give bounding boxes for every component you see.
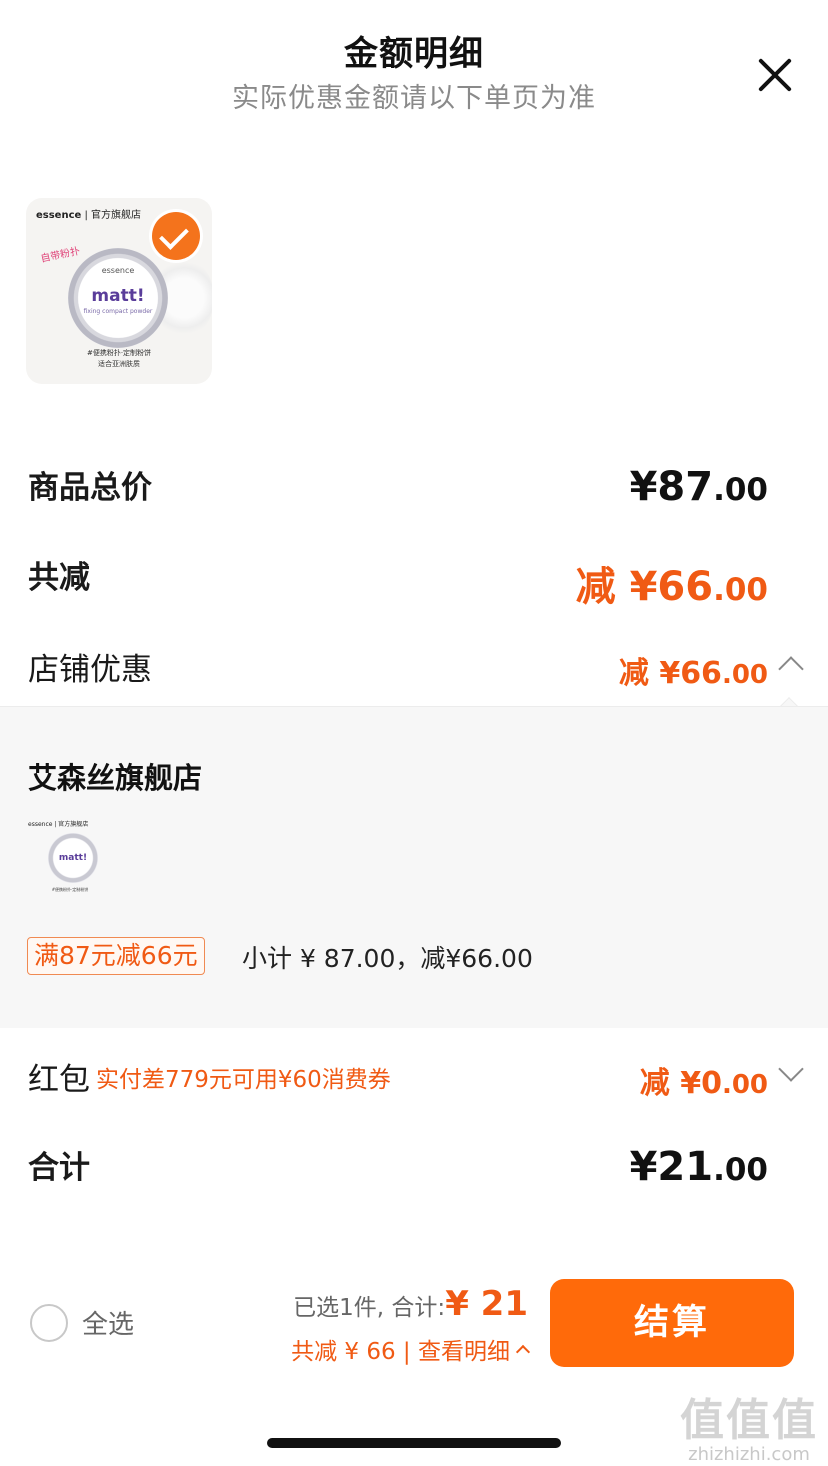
- compact-sub: fixing compact powder: [83, 308, 153, 315]
- shop-name: 艾森丝旗舰店: [28, 761, 203, 795]
- checkout-button[interactable]: 结算: [550, 1279, 794, 1367]
- watermark-logo: 值值值: [680, 1395, 818, 1446]
- total-price-value: ¥87.00: [629, 464, 768, 510]
- red-packet-note: 实付差779元可用¥60消费券: [96, 1067, 391, 1093]
- chevron-up-icon[interactable]: [778, 656, 804, 682]
- summary-amount: ¥ 21: [445, 1284, 528, 1324]
- compact-brand: essence: [101, 266, 135, 275]
- view-detail-link[interactable]: 共减 ¥ 66 | 查看明细: [291, 1332, 531, 1366]
- header: 金额明细 实际优惠金额请以下单页为准: [0, 0, 828, 120]
- total-discount-label: 共减: [28, 560, 90, 596]
- red-packet-value: 减 ¥0.00: [639, 1066, 768, 1101]
- select-all-radio[interactable]: [30, 1304, 68, 1342]
- mini-brand-label: essence | 官方旗舰店: [28, 821, 89, 828]
- sum-value: ¥21.00: [629, 1144, 768, 1190]
- mini-compact-name: matt!: [58, 853, 88, 863]
- red-packet-label: 红包: [28, 1062, 90, 1098]
- page-subtitle: 实际优惠金额请以下单页为准: [232, 83, 596, 114]
- shop-product-thumbnail[interactable]: essence | 官方旗舰店 matt! #便携粉扑·定制粉饼: [26, 815, 114, 903]
- chevron-up-small-icon: [515, 1344, 531, 1360]
- mini-caption: #便携粉扑·定制粉饼: [51, 887, 89, 892]
- promo-tag: 满87元减66元: [27, 937, 205, 975]
- thumb-caption: #便携粉扑·定制粉饼 适合亚洲肤质: [86, 349, 152, 368]
- home-indicator[interactable]: [267, 1438, 561, 1448]
- shop-discount-panel: 艾森丝旗舰店 essence | 官方旗舰店 matt! #便携粉扑·定制粉饼 …: [0, 706, 828, 1028]
- store-discount-value: 减 ¥66.00: [618, 656, 768, 691]
- compact-image: essence matt! fixing compact powder: [68, 248, 168, 348]
- close-icon[interactable]: [756, 56, 794, 94]
- shop-subtotal: 小计 ¥ 87.00，减¥66.00: [242, 944, 533, 973]
- chevron-down-icon[interactable]: [778, 1056, 804, 1082]
- watermark: 值值值 zhizhizhi.com: [680, 1384, 818, 1465]
- compact-name: matt!: [91, 286, 145, 306]
- page-title: 金额明细: [344, 34, 484, 74]
- checkmark-icon[interactable]: [152, 212, 200, 260]
- total-discount-value: 减 ¥66.00: [575, 564, 768, 610]
- total-price-label: 商品总价: [28, 470, 152, 506]
- watermark-url: zhizhizhi.com: [688, 1444, 810, 1465]
- select-all-label[interactable]: 全选: [82, 1304, 134, 1341]
- thumb-tag: 自带粉扑: [39, 245, 82, 265]
- selected-summary: 已选1件, 合计:¥ 21: [293, 1284, 528, 1324]
- sum-label: 合计: [28, 1150, 90, 1186]
- thumb-brand-label: essence | 官方旗舰店: [36, 210, 142, 221]
- store-discount-label: 店铺优惠: [28, 652, 152, 688]
